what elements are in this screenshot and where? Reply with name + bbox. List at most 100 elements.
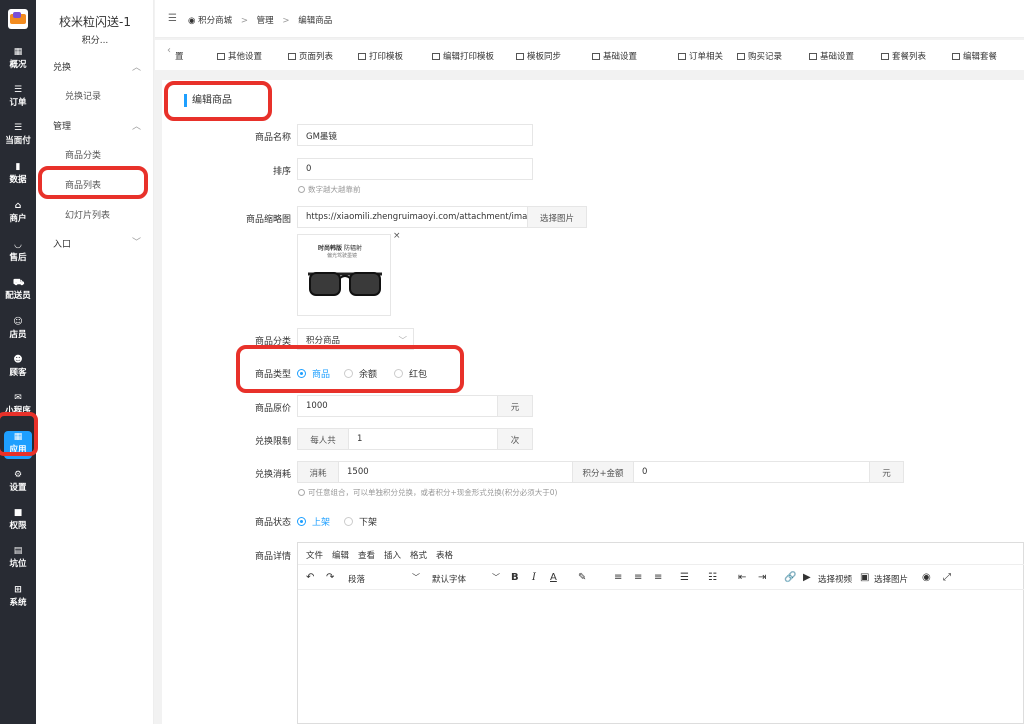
cost-hint: 可任意组合，可以单独积分兑换，或者积分+现金形式兑换(积分必须大于0) [298, 487, 557, 498]
money-input[interactable]: 0 [633, 461, 870, 483]
info-icon [298, 489, 305, 496]
sort-input[interactable]: 0 [297, 158, 533, 180]
rail-item-13[interactable]: ▤ 坑位 [0, 541, 36, 577]
outdent-icon[interactable]: ⇤ [738, 572, 746, 583]
preview-eye-icon[interactable]: ◉ [922, 572, 931, 583]
text-color-icon[interactable]: A [550, 572, 557, 583]
price-input[interactable]: 1000 [297, 395, 498, 417]
menu-group-exchange[interactable]: 兑换 [53, 60, 71, 73]
breadcrumb-item[interactable]: 积分商城 [198, 16, 232, 26]
bold-icon[interactable]: B [511, 572, 519, 583]
points-input[interactable]: 1500 [338, 461, 573, 483]
tab-label: 模板同步 [527, 52, 562, 62]
tab-page-icon [217, 53, 225, 60]
rail-item-1[interactable]: ☰ 订单 [0, 80, 36, 116]
rail-item-label: 当面付 [5, 136, 31, 146]
tab-item-5[interactable]: 模板同步 [516, 50, 561, 62]
tab-item-1[interactable]: 其他设置 [217, 50, 262, 62]
remove-image-icon[interactable]: × [393, 231, 401, 241]
tab-item-0[interactable]: 置 [175, 50, 184, 62]
user-icon: ☺ [13, 317, 23, 327]
align-right-icon[interactable]: ≡ [654, 572, 662, 583]
menu-group-manage[interactable]: 管理 [53, 119, 71, 132]
tab-scroll-left-icon[interactable]: ‹ [167, 45, 171, 56]
tab-item-10[interactable]: 套餐列表 [881, 50, 926, 62]
name-label: 商品名称 [254, 133, 291, 143]
sidebar-item-slides[interactable]: 幻灯片列表 [65, 208, 110, 221]
chevron-down-icon: ﹀ [492, 573, 500, 582]
italic-icon[interactable]: I [532, 572, 536, 583]
limit-prefix: 每人共 [297, 428, 349, 450]
rail-item-11[interactable]: ⚙ 设置 [0, 465, 36, 501]
sidebar-item-category[interactable]: 商品分类 [65, 148, 101, 161]
tab-item-8[interactable]: 购买记录 [737, 50, 782, 62]
font-select[interactable]: 默认字体 [432, 573, 466, 585]
chevron-up-icon: ︿ [132, 63, 142, 73]
rail-item-label: 坑位 [9, 559, 27, 569]
editor-menu-file[interactable]: 文件 [306, 549, 323, 561]
tab-page-icon [288, 53, 296, 60]
editor-menu-table[interactable]: 表格 [436, 549, 453, 561]
link-icon[interactable]: 🔗 [784, 572, 796, 583]
rail-item-8[interactable]: ☻ 顾客 [0, 350, 36, 386]
breadcrumb-item[interactable]: 管理 [257, 16, 274, 26]
numbered-list-icon[interactable]: ☷ [708, 572, 717, 583]
tab-item-2[interactable]: 页面列表 [288, 50, 333, 62]
tab-item-9[interactable]: 基础设置 [809, 50, 854, 62]
tab-page-icon [952, 53, 960, 60]
chart-icon: ▮ [15, 162, 21, 172]
tab-label: 基础设置 [820, 52, 855, 62]
rail-item-6[interactable]: ⛟ 配送员 [0, 273, 36, 309]
tab-item-4[interactable]: 编辑打印模板 [432, 50, 494, 62]
rail-item-label: 顾客 [9, 368, 27, 378]
user-gear-icon: ⚙ [13, 470, 23, 480]
tab-page-icon [358, 53, 366, 60]
redo-icon[interactable]: ↷ [326, 572, 334, 583]
cost-mid: 积分+金额 [572, 461, 634, 483]
undo-icon[interactable]: ↶ [306, 572, 314, 583]
rail-item-14[interactable]: ⊞ 系统 [0, 580, 36, 616]
rail-item-4[interactable]: ⌂ 商户 [0, 196, 36, 232]
indent-icon[interactable]: ⇥ [758, 572, 766, 583]
editor-menu-edit[interactable]: 编辑 [332, 549, 349, 561]
tab-item-6[interactable]: 基础设置 [592, 50, 637, 62]
limit-input[interactable]: 1 [348, 428, 498, 450]
image-icon[interactable]: ▣ [860, 572, 869, 583]
editor-menu-format[interactable]: 格式 [410, 549, 427, 561]
align-center-icon[interactable]: ≡ [634, 572, 642, 583]
tab-label: 置 [175, 52, 184, 62]
tab-label: 订单相关 [689, 52, 724, 62]
editor-menu-view[interactable]: 查看 [358, 549, 375, 561]
rail-item-0[interactable]: ▦ 概况 [0, 42, 36, 78]
tab-item-7[interactable]: 订单相关 [678, 50, 723, 62]
rich-text-editor: 文件 编辑 查看 插入 格式 表格 ↶ ↷ 段落 ﹀ 默认字体 ﹀ B I A … [297, 542, 1024, 724]
tab-page-icon [432, 53, 440, 60]
rail-item-2[interactable]: ☰ 当面付 [0, 118, 36, 154]
editor-menu-insert[interactable]: 插入 [384, 549, 401, 561]
rail-item-5[interactable]: ◡ 售后 [0, 235, 36, 271]
paragraph-select[interactable]: 段落 [348, 573, 365, 585]
tab-label: 编辑打印模板 [443, 52, 495, 62]
select-video-button[interactable]: 选择视频 [818, 573, 852, 585]
tab-strip: ‹ 置 其他设置 页面列表 打印模板 编辑打印模板 模板同步 基础设置 订单相关 购买记录 基础设… [155, 40, 1024, 70]
bullet-list-icon[interactable]: ☰ [680, 572, 689, 583]
breadcrumb: ◉ 积分商城 > 管理 > 编辑商品 [188, 14, 332, 26]
rail-item-3[interactable]: ▮ 数据 [0, 157, 36, 193]
sidebar-item-exchange-records[interactable]: 兑换记录 [65, 89, 101, 102]
tab-item-3[interactable]: 打印模板 [358, 50, 403, 62]
status-radio-on[interactable]: 上架 [297, 515, 330, 528]
tab-item-11[interactable]: 编辑套餐 [952, 50, 997, 62]
align-left-icon[interactable]: ≡ [614, 572, 622, 583]
name-input[interactable]: GM墨镜 [297, 124, 533, 146]
rail-item-7[interactable]: ☺ 店员 [0, 312, 36, 348]
video-icon[interactable]: ▶ [803, 572, 811, 583]
select-image-button[interactable]: 选择图片 [527, 206, 587, 228]
rail-item-12[interactable]: ■ 权限 [0, 503, 36, 539]
highlight-color-icon[interactable]: ✎ [578, 572, 586, 583]
thumb-url-input[interactable]: https://xiaomili.zhengruimaoyi.com/attac… [297, 206, 528, 228]
status-radio-off[interactable]: 下架 [344, 515, 377, 528]
select-image-editor-button[interactable]: 选择图片 [874, 573, 908, 585]
menu-group-entry[interactable]: 入口 [53, 237, 71, 250]
fullscreen-icon[interactable]: ⤢ [943, 572, 951, 583]
menu-toggle-icon[interactable]: ☰ [168, 13, 177, 24]
